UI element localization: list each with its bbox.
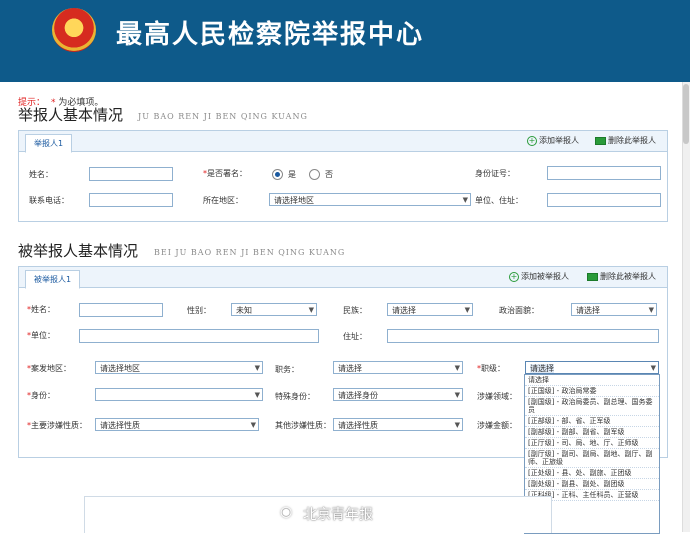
rank-option[interactable]: [正部级] - 部、省、正军级 — [525, 416, 659, 427]
signed-label: *是否署名： — [203, 169, 247, 178]
ethnic-select[interactable]: 请选择 ▼ — [387, 303, 473, 316]
rank-option[interactable]: [正国级] - 政治局常委 — [525, 386, 659, 397]
id-number-input[interactable] — [547, 166, 661, 180]
plus-icon: + — [509, 271, 519, 282]
chevron-down-icon: ▼ — [454, 391, 460, 399]
identity-select[interactable]: ▼ — [95, 388, 263, 401]
weibo-icon: ◉ — [280, 504, 293, 520]
ethnic-label: 民族： — [343, 306, 367, 315]
rank-option[interactable]: 请选择 — [525, 375, 659, 386]
reported-section-title: 被举报人基本情况 — [18, 242, 139, 260]
phone-input[interactable] — [89, 193, 173, 207]
unit-label: *单位： — [27, 331, 55, 340]
identity-label: *身份： — [27, 391, 55, 400]
political-select[interactable]: 请选择 ▼ — [571, 303, 657, 316]
site-title: 最高人民检察院举报中心 — [116, 20, 425, 50]
plus-icon: + — [527, 135, 537, 146]
signed-yes-radio[interactable] — [272, 169, 283, 180]
chevron-down-icon: ▼ — [254, 391, 260, 399]
reported-address-label: 住址： — [343, 332, 367, 341]
scrollbar-thumb[interactable] — [683, 84, 689, 144]
rank-option[interactable]: [副处级] - 副县、副处、副团级 — [525, 479, 659, 490]
gender-label: 性别： — [187, 306, 211, 315]
political-label: 政治面貌： — [499, 306, 539, 315]
national-emblem-icon: ★ — [52, 8, 96, 52]
reported-section-subtitle: BEI JU BAO REN JI BEN QING KUANG — [154, 248, 346, 257]
chevron-down-icon: ▼ — [650, 364, 656, 372]
unit-input[interactable] — [79, 329, 319, 343]
chevron-down-icon: ▼ — [462, 196, 468, 204]
minus-icon — [587, 272, 598, 281]
scrollbar[interactable] — [682, 82, 690, 532]
reporter-region-select[interactable]: 请选择地区 ▼ — [269, 193, 471, 206]
tab-reported-1[interactable]: 被举报人1 — [25, 270, 81, 289]
rank-option[interactable]: [副厅级] - 副司、副局、副地、副厅、副师、正旅级 — [525, 449, 659, 468]
minus-icon — [595, 136, 606, 145]
add-reporter-button[interactable]: + 添加举报人 — [527, 134, 579, 148]
watermark: 北京青年报 — [303, 507, 373, 523]
rank-option[interactable]: [正处级] - 县、处、副旅、正团级 — [525, 468, 659, 479]
id-number-label: 身份证号： — [475, 169, 515, 178]
main-nature-label: *主要涉嫌性质： — [27, 421, 87, 430]
signed-no-label: 否 — [325, 170, 333, 179]
special-identity-select[interactable]: 请选择身份 ▼ — [333, 388, 463, 401]
special-identity-label: 特殊身份： — [275, 392, 315, 401]
chevron-down-icon: ▼ — [454, 364, 460, 372]
reporter-name-input[interactable] — [89, 167, 173, 181]
chevron-down-icon: ▼ — [464, 306, 470, 314]
signed-yes-label: 是 — [288, 170, 296, 179]
tab-reporter-1[interactable]: 举报人1 — [25, 134, 73, 153]
phone-label: 联系电话： — [29, 196, 69, 205]
chevron-down-icon: ▼ — [648, 306, 654, 314]
reported-name-label: *姓名： — [27, 305, 55, 314]
field-label: 涉嫌领域： — [477, 392, 517, 401]
rank-option[interactable]: [副部级] - 副部、副省、副军级 — [525, 427, 659, 438]
rank-label: *职级： — [477, 364, 505, 373]
rank-select[interactable]: 请选择 ▼ — [525, 361, 659, 374]
reported-name-input[interactable] — [79, 303, 163, 317]
signed-no-radio[interactable] — [309, 169, 320, 180]
address-input[interactable] — [547, 193, 661, 207]
reported-address-input[interactable] — [387, 329, 659, 343]
reporter-tabbar: 举报人1 + 添加举报人 删除此举报人 — [19, 131, 667, 153]
reporter-section-title: 举报人基本情况 — [18, 106, 124, 124]
chevron-down-icon: ▼ — [308, 306, 314, 314]
reporter-panel: 举报人1 + 添加举报人 删除此举报人 姓名： *是否署名： 是 否 身份证号： … — [18, 130, 668, 222]
case-region-label: *案发地区： — [27, 364, 71, 373]
chevron-down-icon: ▼ — [454, 421, 460, 429]
chevron-down-icon: ▼ — [250, 421, 256, 429]
amount-label: 涉嫌金额： — [477, 421, 517, 430]
chevron-down-icon: ▼ — [254, 364, 260, 372]
name-label: 姓名： — [29, 170, 53, 179]
rank-option[interactable]: [副国级] - 政治局委员、副总理、国务委员 — [525, 397, 659, 416]
case-region-select[interactable]: 请选择地区 ▼ — [95, 361, 263, 374]
address-label: 单位、住址： — [475, 196, 523, 205]
rank-option[interactable]: [正厅级] - 司、局、地、厅、正师级 — [525, 438, 659, 449]
other-nature-label: 其他涉嫌性质： — [275, 421, 331, 430]
add-reported-button[interactable]: + 添加被举报人 — [509, 270, 569, 284]
reporter-section-subtitle: JU BAO REN JI BEN QING KUANG — [138, 112, 308, 121]
region-label: 所在地区： — [203, 196, 243, 205]
position-select[interactable]: 请选择 ▼ — [333, 361, 463, 374]
position-label: 职务： — [275, 365, 299, 374]
reported-tabbar: 被举报人1 + 添加被举报人 删除此被举报人 — [19, 267, 667, 289]
remove-reporter-button[interactable]: 删除此举报人 — [595, 134, 656, 148]
other-nature-select[interactable]: 请选择性质 ▼ — [333, 418, 463, 431]
gender-select[interactable]: 未知 ▼ — [231, 303, 317, 316]
main-nature-select[interactable]: 请选择性质 ▼ — [95, 418, 259, 431]
remove-reported-button[interactable]: 删除此被举报人 — [587, 270, 656, 284]
